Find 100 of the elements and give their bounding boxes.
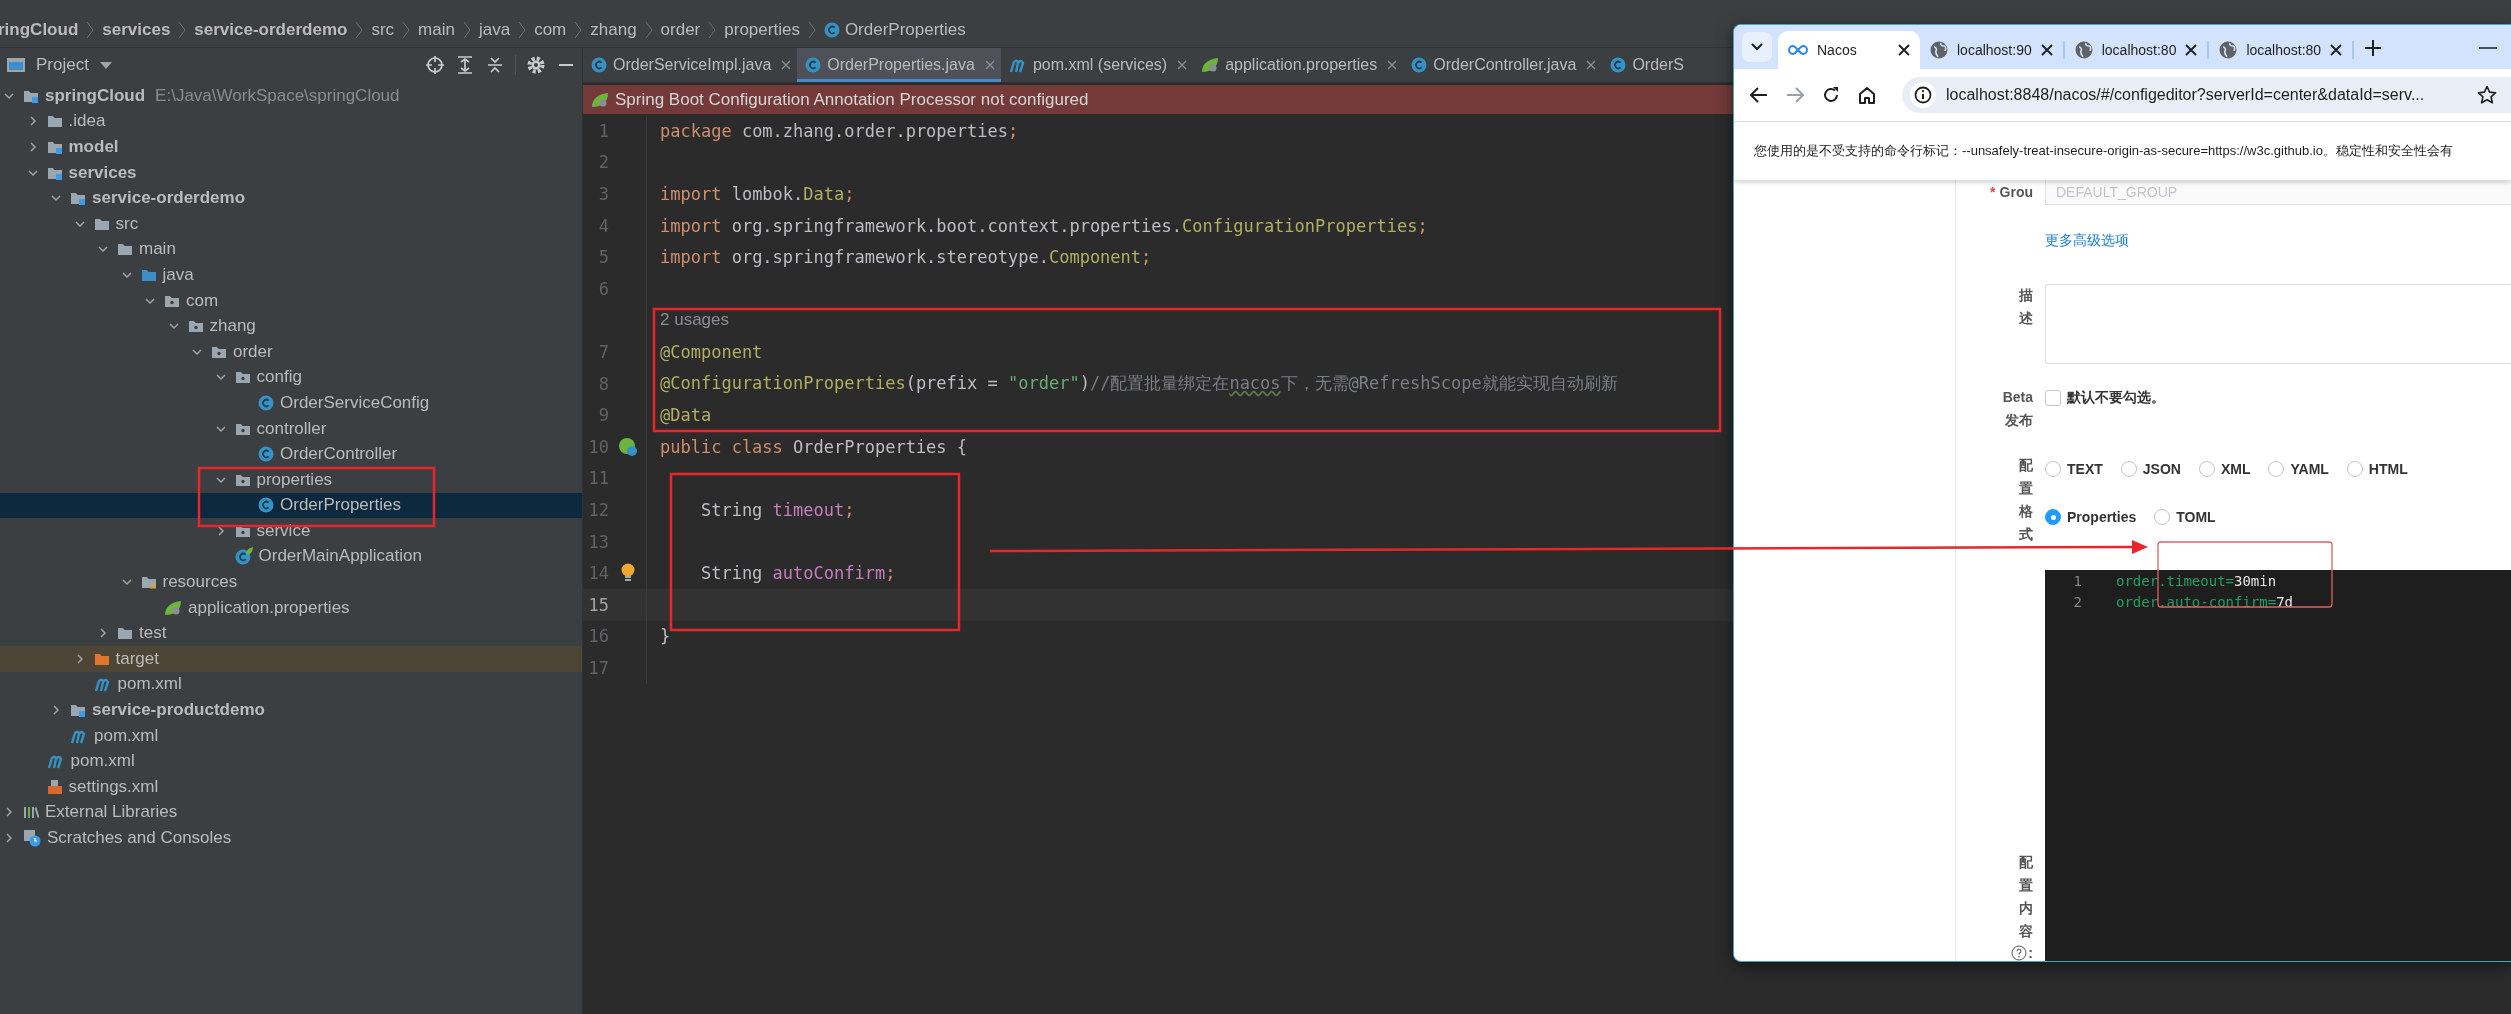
panel-title[interactable]: Project	[36, 55, 89, 75]
tree-item[interactable]: model	[0, 134, 582, 160]
tree-item[interactable]: service-productdemo	[0, 697, 582, 723]
module-folder-icon	[70, 702, 86, 719]
editor-tab[interactable]: OrderController.java	[1403, 48, 1603, 82]
description-field[interactable]	[2045, 284, 2511, 364]
editor-tab[interactable]: OrderS	[1602, 48, 1690, 82]
breadcrumb-item[interactable]: services	[102, 19, 171, 40]
close-icon[interactable]	[1898, 44, 1910, 56]
tree-item[interactable]: OrderProperties	[0, 492, 582, 519]
folder-icon	[117, 241, 133, 258]
checkbox[interactable]	[2045, 390, 2061, 406]
tree-item[interactable]: config	[0, 364, 582, 391]
line-number: 11	[587, 468, 609, 489]
tree-item[interactable]: com	[0, 287, 582, 314]
maven-icon	[93, 676, 112, 693]
close-icon[interactable]	[2040, 44, 2053, 56]
tree-item[interactable]: OrderServiceConfig	[0, 390, 582, 416]
collapse-all-icon[interactable]	[485, 55, 505, 75]
bookmark-star-icon[interactable]	[2477, 85, 2497, 105]
radio-option[interactable]: XML	[2198, 457, 2251, 481]
address-bar[interactable]: localhost:8848/nacos/#/configeditor?serverId=center&dataId=serv...	[1902, 77, 2511, 113]
tree-item[interactable]: target	[0, 646, 582, 672]
tree-item[interactable]: zhang	[0, 313, 582, 339]
lightbulb-icon	[620, 563, 635, 584]
tree-item[interactable]: service-orderdemo	[0, 185, 582, 211]
radio-option[interactable]: TOML	[2154, 505, 2216, 529]
project-path: E:\Java\WorkSpace\springCloud	[155, 85, 400, 106]
tree-item[interactable]: test	[0, 620, 582, 647]
editor-tab[interactable]: OrderServiceImpl.java	[583, 48, 798, 82]
reload-icon[interactable]	[1822, 86, 1840, 104]
breadcrumb-item[interactable]: service-orderdemo	[194, 19, 348, 40]
new-tab-icon[interactable]	[2364, 39, 2383, 57]
browser-tab[interactable]: localhost:80	[2064, 31, 2208, 69]
radio-option[interactable]: Properties	[2045, 505, 2137, 529]
tree-item[interactable]: java	[0, 262, 582, 288]
tree-item[interactable]: properties	[0, 466, 582, 493]
leaf-icon	[591, 91, 609, 108]
editor-tab[interactable]: pom.xml (services)	[1000, 48, 1194, 82]
forward-arrow-icon[interactable]	[1786, 87, 1804, 103]
tree-item[interactable]: controller	[0, 415, 582, 442]
tree-item[interactable]: External Libraries	[0, 799, 582, 826]
expand-all-icon[interactable]	[455, 55, 475, 75]
back-arrow-icon[interactable]	[1750, 87, 1768, 103]
package-folder-icon	[187, 318, 204, 335]
line-number: 14	[587, 563, 609, 584]
minimize-icon[interactable]	[2479, 46, 2497, 50]
breadcrumb-item[interactable]: main	[418, 19, 455, 40]
radio-option[interactable]: HTML	[2346, 457, 2408, 481]
tree-item[interactable]: .idea	[0, 108, 582, 135]
maven-icon	[1008, 57, 1027, 73]
tree-item[interactable]: OrderController	[0, 441, 582, 467]
tree-item[interactable]: OrderMainApplication	[0, 543, 582, 570]
breadcrumb-item[interactable]: com	[534, 19, 567, 40]
editor-tab[interactable]: application.properties	[1193, 48, 1404, 82]
line-number: 16	[587, 626, 609, 647]
line-number: 12	[587, 499, 609, 520]
editor-tab[interactable]: OrderProperties.java	[797, 48, 1001, 82]
breadcrumb-item[interactable]: properties	[724, 19, 800, 40]
radio-option[interactable]: JSON	[2120, 457, 2181, 481]
breadcrumb-item[interactable]: src	[371, 19, 395, 40]
browser-tab[interactable]: Nacos	[1778, 31, 1920, 69]
close-icon[interactable]	[2330, 44, 2343, 56]
home-icon[interactable]	[1858, 86, 1876, 104]
tree-item[interactable]: services	[0, 159, 582, 186]
code-line: String autoConfirm;	[699, 563, 896, 584]
tree-item[interactable]: pom.xml	[0, 722, 582, 749]
tree-item[interactable]: pom.xml	[0, 671, 582, 698]
tree-item[interactable]: resources	[0, 569, 582, 595]
field-label: Grou	[1999, 184, 2033, 200]
browser-tab[interactable]: localhost:90	[1920, 31, 2063, 69]
radio-option[interactable]: YAML	[2268, 457, 2329, 481]
locate-icon[interactable]	[425, 55, 445, 75]
dropdown-caret-icon[interactable]	[98, 60, 113, 70]
close-icon[interactable]	[2185, 44, 2198, 56]
breadcrumb-item[interactable]: order	[660, 19, 701, 40]
info-icon[interactable]	[1914, 86, 1932, 104]
tree-item[interactable]: Scratches and Consoles	[0, 825, 582, 851]
breadcrumb-item[interactable]: java	[478, 19, 511, 40]
chevron-separator-icon	[462, 20, 471, 39]
radio-option[interactable]: TEXT	[2045, 457, 2103, 481]
browser-tab[interactable]: localhost:80	[2209, 31, 2353, 69]
chevron-separator-icon	[86, 20, 95, 39]
module-folder-icon	[46, 139, 63, 155]
required-mark: *	[1990, 184, 1996, 200]
tab-search-button[interactable]	[1742, 32, 1772, 62]
tree-item[interactable]: pom.xml	[0, 748, 582, 775]
tree-item[interactable]: settings.xml	[0, 774, 582, 800]
tree-item[interactable]: main	[0, 236, 582, 263]
breadcrumb-item[interactable]: OrderProperties	[823, 19, 966, 40]
breadcrumb-item[interactable]: zhang	[590, 19, 637, 40]
tree-item[interactable]: order	[0, 338, 582, 365]
tree-item[interactable]: springCloud E:\Java\WorkSpace\springCloud	[0, 83, 582, 109]
bean-icon	[617, 436, 638, 457]
leaf-icon	[164, 599, 182, 616]
usages-hint[interactable]: 2 usages	[660, 310, 729, 331]
tree-item[interactable]: src	[0, 210, 582, 237]
tree-item[interactable]: application.properties	[0, 594, 582, 621]
advanced-options-link[interactable]: 更多高级选项	[2045, 232, 2129, 250]
settings-icon[interactable]	[526, 55, 546, 75]
